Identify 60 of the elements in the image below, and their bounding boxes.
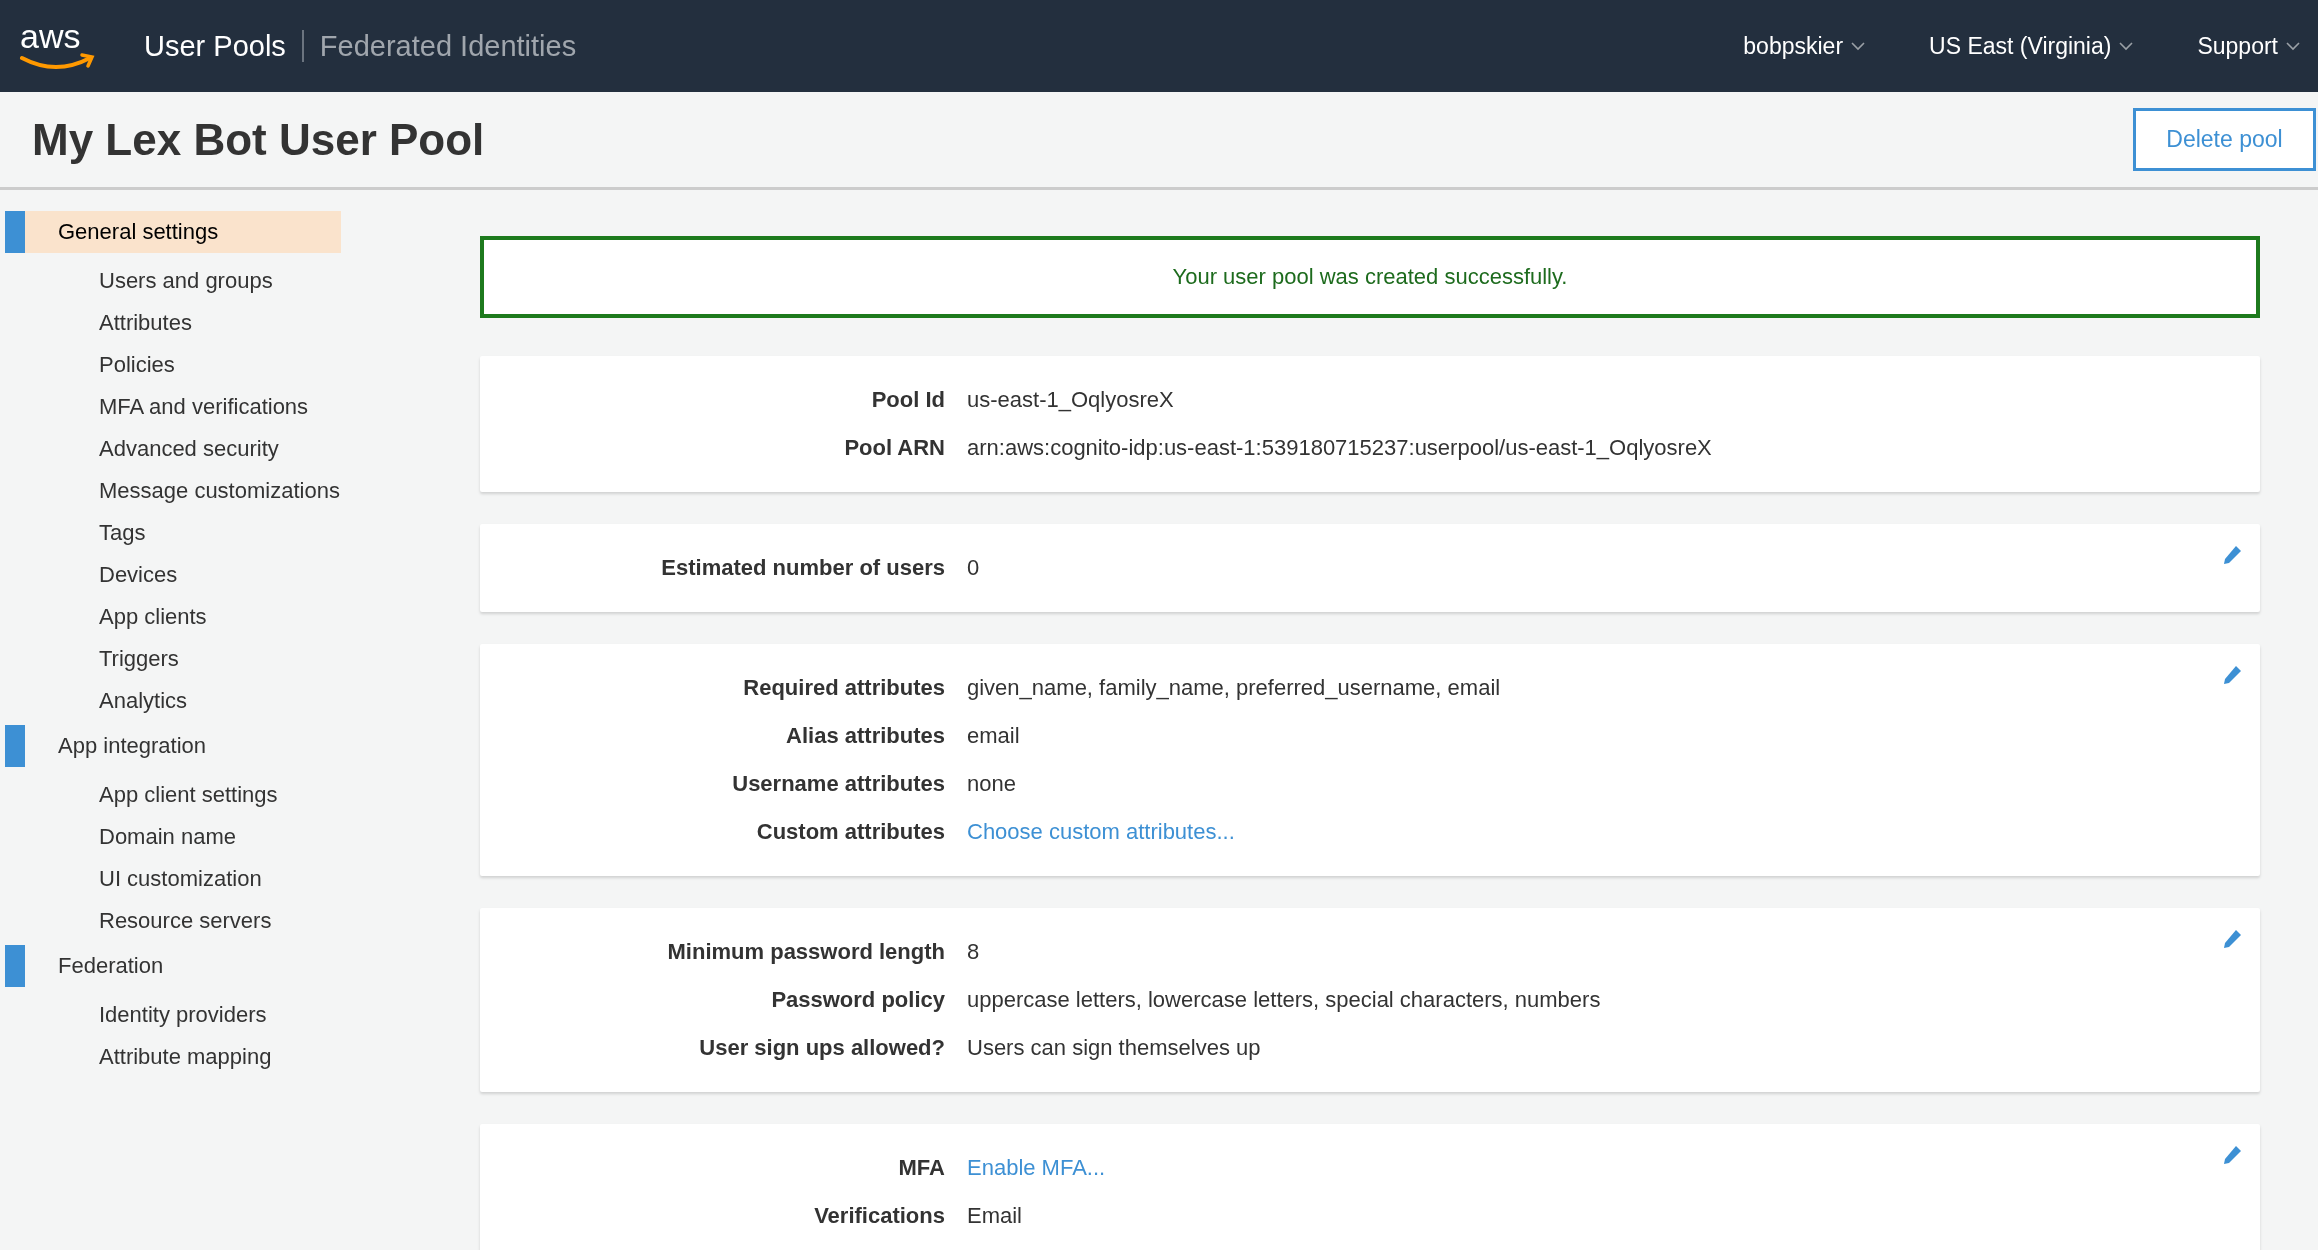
- nav-menu[interactable]: bobpskier: [1743, 32, 1866, 60]
- sidebar-section[interactable]: App integration: [25, 725, 341, 767]
- field-label: Minimum password length: [666, 939, 946, 965]
- field-value: uppercase letters, lowercase letters, special characters, numbers: [967, 987, 1601, 1013]
- sidebar-item[interactable]: Attributes: [0, 301, 198, 343]
- field-label: User sign ups allowed?: [698, 1035, 946, 1061]
- field-label: Required attributes: [742, 675, 946, 701]
- field-value: Users can sign themselves up: [967, 1035, 1261, 1061]
- field-label: Username attributes: [731, 771, 946, 797]
- field-value: 8: [967, 939, 980, 965]
- sidebar-item[interactable]: Advanced security: [0, 427, 285, 469]
- sidebar-item[interactable]: Analytics: [0, 679, 194, 721]
- sidebar-item[interactable]: Attribute mapping: [0, 1035, 278, 1077]
- nav-menu[interactable]: Support: [2197, 32, 2300, 60]
- field-label: MFA: [897, 1155, 946, 1181]
- field-label: Pool ARN: [843, 435, 946, 461]
- section-marker: [5, 945, 25, 987]
- field-value: us-east-1_OqlyosreX: [967, 387, 1174, 413]
- aws-logo[interactable]: aws: [18, 18, 98, 74]
- nav-section-tab[interactable]: User Pools: [128, 29, 302, 63]
- field-label: Estimated number of users: [660, 555, 946, 581]
- section-marker: [5, 211, 25, 253]
- pencil-icon[interactable]: [2221, 928, 2243, 950]
- field-label: Verifications: [813, 1203, 946, 1229]
- field-value: Email: [967, 1203, 1022, 1229]
- sidebar-item[interactable]: Domain name: [0, 815, 242, 857]
- field-value: arn:aws:cognito-idp:us-east-1:539180715237:userpool/us-east-1_OqlyosreX: [967, 435, 1712, 461]
- page-title: My Lex Bot User Pool: [32, 114, 486, 165]
- pencil-icon[interactable]: [2221, 544, 2243, 566]
- field-value: email: [967, 723, 1020, 749]
- sidebar-item[interactable]: UI customization: [0, 857, 268, 899]
- sidebar-item[interactable]: Policies: [0, 343, 181, 385]
- field-label: Pool Id: [870, 387, 946, 413]
- sidebar-item[interactable]: App client settings: [0, 773, 284, 815]
- nav-menu[interactable]: US East (Virginia): [1929, 32, 2134, 60]
- sidebar-item[interactable]: Tags: [0, 511, 152, 553]
- sidebar-item[interactable]: App clients: [0, 595, 213, 637]
- field-value: given_name, family_name, preferred_username, email: [967, 675, 1501, 701]
- sidebar-item[interactable]: Users and groups: [0, 259, 279, 301]
- field-value: none: [967, 771, 1016, 797]
- field-label: Custom attributes: [755, 819, 946, 845]
- sidebar-item[interactable]: Resource servers: [0, 899, 278, 941]
- nav-section-tab[interactable]: Federated Identities: [303, 29, 593, 63]
- sidebar-item[interactable]: Message customizations: [0, 469, 346, 511]
- success-alert: Your user pool was created successfully.: [480, 236, 2260, 318]
- field-label: Password policy: [770, 987, 946, 1013]
- field-label: Alias attributes: [785, 723, 946, 749]
- sidebar-section[interactable]: General settings: [25, 211, 341, 253]
- chevron-down-icon: [2119, 41, 2134, 51]
- chevron-down-icon: [1851, 41, 1866, 51]
- field-value: 0: [967, 555, 980, 581]
- sidebar-item[interactable]: Triggers: [0, 637, 185, 679]
- chevron-down-icon: [2286, 41, 2300, 51]
- pencil-icon[interactable]: [2221, 1144, 2243, 1166]
- sidebar-item[interactable]: MFA and verifications: [0, 385, 315, 427]
- sidebar-section[interactable]: Federation: [25, 945, 341, 987]
- section-marker: [5, 725, 25, 767]
- sidebar-item[interactable]: Identity providers: [0, 993, 273, 1035]
- sidebar-item[interactable]: Devices: [0, 553, 184, 595]
- pencil-icon[interactable]: [2221, 664, 2243, 686]
